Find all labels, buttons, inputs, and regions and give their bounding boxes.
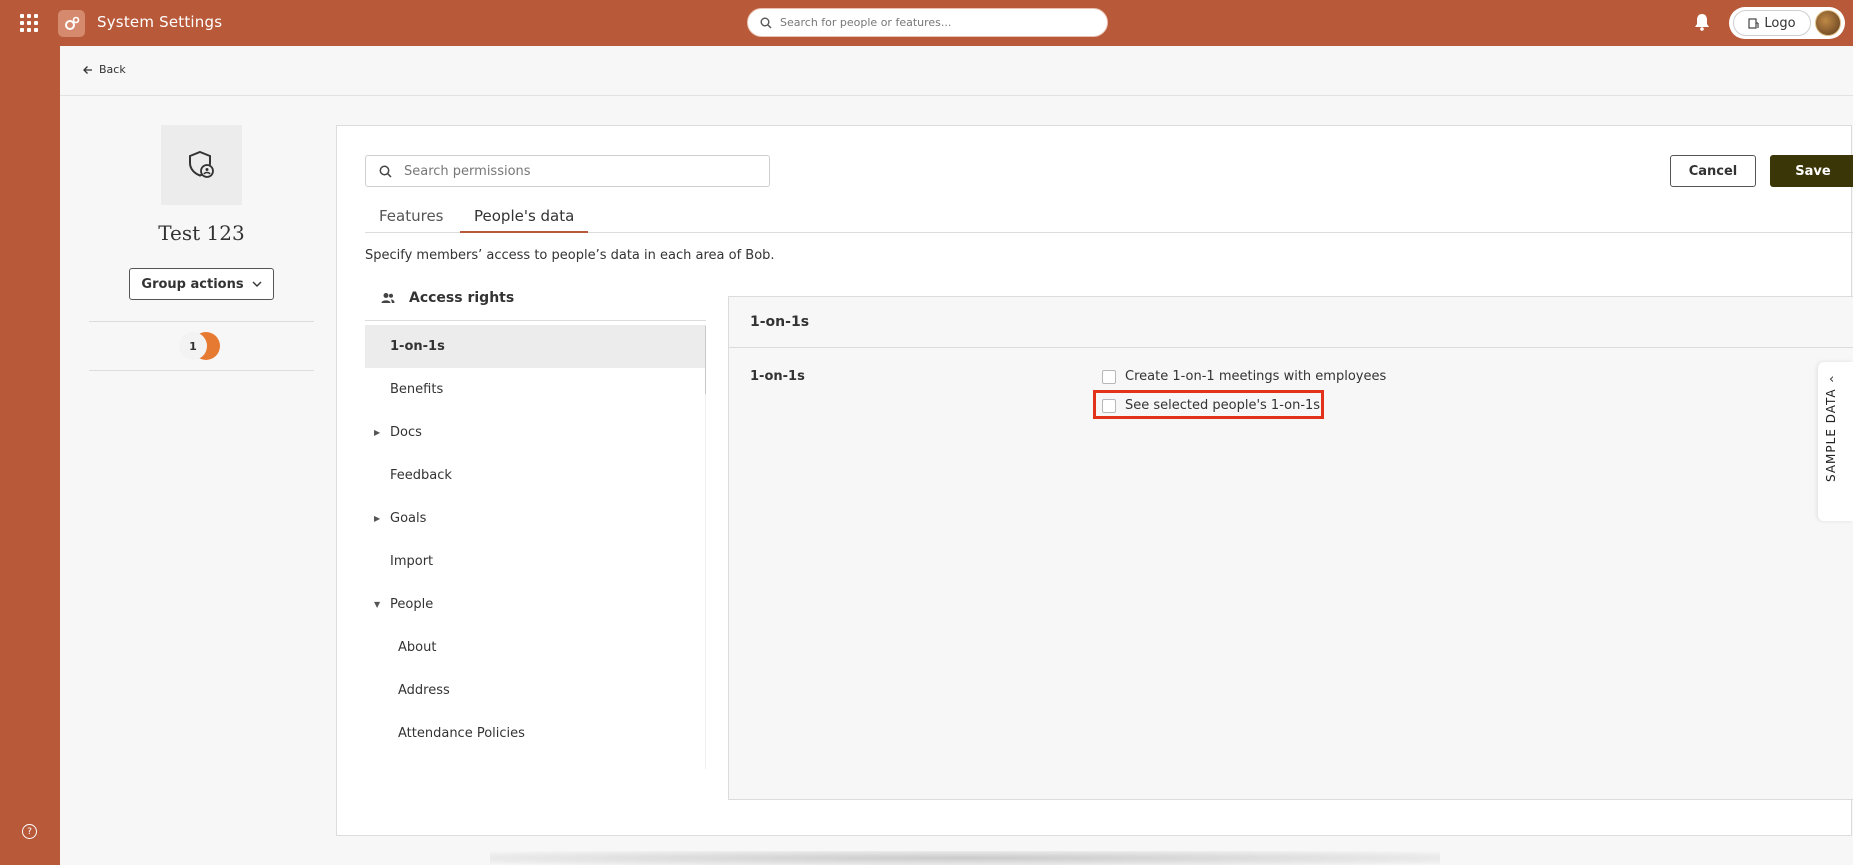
- access-right-item[interactable]: ▶ Docs: [365, 411, 706, 454]
- access-right-item[interactable]: ▼ People: [365, 583, 706, 626]
- shield-user-icon: [188, 150, 214, 178]
- chevron-down-icon: [252, 281, 262, 287]
- access-rights-list[interactable]: 1-on-1s Benefits ▶ Docs Feedback ▶ Goals I…: [365, 325, 706, 769]
- tab-bar: Features People's data: [365, 204, 1853, 233]
- sample-data-tab[interactable]: ‹ SAMPLE DATA: [1818, 362, 1853, 521]
- settings-gear-icon: [58, 10, 85, 37]
- tab-peoples-data[interactable]: People's data: [460, 204, 589, 233]
- access-right-label: People: [390, 597, 434, 612]
- global-search-placeholder: Search for people or features...: [780, 16, 952, 29]
- cancel-button[interactable]: Cancel: [1670, 155, 1756, 187]
- access-right-label: Feedback: [390, 468, 452, 483]
- notifications-bell-icon[interactable]: [1694, 13, 1710, 35]
- divider: [89, 321, 314, 322]
- top-bar: System Settings Search for people or fea…: [0, 0, 1853, 46]
- access-right-label: Goals: [390, 511, 427, 526]
- sample-data-label: SAMPLE DATA: [1824, 388, 1838, 482]
- back-label: Back: [99, 63, 126, 76]
- permissions-card: Search permissions Cancel Save Features …: [336, 125, 1853, 836]
- bottom-shadow: [490, 851, 1440, 865]
- access-right-label: About: [398, 640, 437, 655]
- caret-right-icon[interactable]: ▶: [374, 428, 380, 437]
- access-right-item[interactable]: Import: [365, 540, 706, 583]
- group-actions-button[interactable]: Group actions: [129, 268, 274, 300]
- access-right-subitem[interactable]: Address: [365, 669, 706, 712]
- caret-down-icon[interactable]: ▼: [374, 600, 380, 609]
- back-bar: Back: [60, 46, 1853, 96]
- logo-chip[interactable]: Logo: [1733, 10, 1811, 36]
- caret-right-icon[interactable]: ▶: [374, 514, 380, 523]
- logo-label: Logo: [1764, 15, 1796, 31]
- access-right-item[interactable]: Benefits: [365, 368, 706, 411]
- main-content: Back Test 123 Group actions 1 Search per…: [60, 46, 1853, 865]
- save-button[interactable]: Save: [1770, 155, 1853, 187]
- permission-checkbox[interactable]: [1102, 369, 1116, 384]
- detail-section-label: 1-on-1s: [750, 369, 805, 384]
- access-right-label: Benefits: [390, 382, 444, 397]
- permission-detail-panel: 1-on-1s 1-on-1s Create 1-on-1 meetings w…: [728, 296, 1853, 800]
- access-right-label: Address: [398, 683, 450, 698]
- building-icon: [1748, 17, 1760, 29]
- access-right-subitem[interactable]: Attendance Policies: [365, 712, 706, 755]
- scrollbar-thumb[interactable]: [705, 325, 706, 395]
- access-right-subitem[interactable]: About: [365, 626, 706, 669]
- group-icon-box: [161, 125, 242, 205]
- app-grid-icon[interactable]: [20, 14, 38, 32]
- company-logo-pill[interactable]: Logo: [1729, 7, 1845, 39]
- access-right-label: Import: [390, 554, 434, 569]
- arrow-left-icon: [83, 65, 92, 74]
- access-right-label: Docs: [390, 425, 422, 440]
- access-right-item[interactable]: 1-on-1s: [365, 325, 706, 368]
- permission-label: Create 1-on-1 meetings with employees: [1125, 369, 1387, 384]
- global-search-input[interactable]: Search for people or features...: [747, 8, 1108, 37]
- search-icon: [379, 165, 392, 178]
- member-avatars[interactable]: 1: [179, 332, 227, 360]
- divider: [89, 370, 314, 371]
- access-rights-header: Access rights: [365, 275, 706, 321]
- permissions-search-placeholder: Search permissions: [404, 163, 531, 179]
- search-icon: [760, 17, 772, 28]
- back-link[interactable]: Back: [83, 63, 126, 76]
- permissions-search-input[interactable]: Search permissions: [365, 155, 770, 187]
- tab-features[interactable]: Features: [365, 204, 458, 233]
- highlight-box: [1093, 390, 1324, 419]
- access-rights-title: Access rights: [409, 289, 515, 306]
- help-icon[interactable]: ?: [22, 824, 37, 839]
- intro-text: Specify members’ access to people’s data…: [365, 248, 775, 263]
- access-right-label: 1-on-1s: [390, 339, 445, 354]
- group-actions-label: Group actions: [141, 276, 244, 292]
- detail-header: 1-on-1s: [729, 297, 1853, 348]
- access-right-item[interactable]: Feedback: [365, 454, 706, 497]
- user-avatar[interactable]: [1815, 10, 1841, 36]
- access-right-item[interactable]: ▶ Goals: [365, 497, 706, 540]
- people-icon: [381, 292, 395, 303]
- access-right-label: Attendance Policies: [398, 726, 525, 741]
- app-title: System Settings: [97, 13, 223, 31]
- permission-row[interactable]: Create 1-on-1 meetings with employees: [1102, 369, 1386, 384]
- group-name: Test 123: [158, 221, 245, 245]
- member-count-badge[interactable]: 1: [179, 332, 207, 360]
